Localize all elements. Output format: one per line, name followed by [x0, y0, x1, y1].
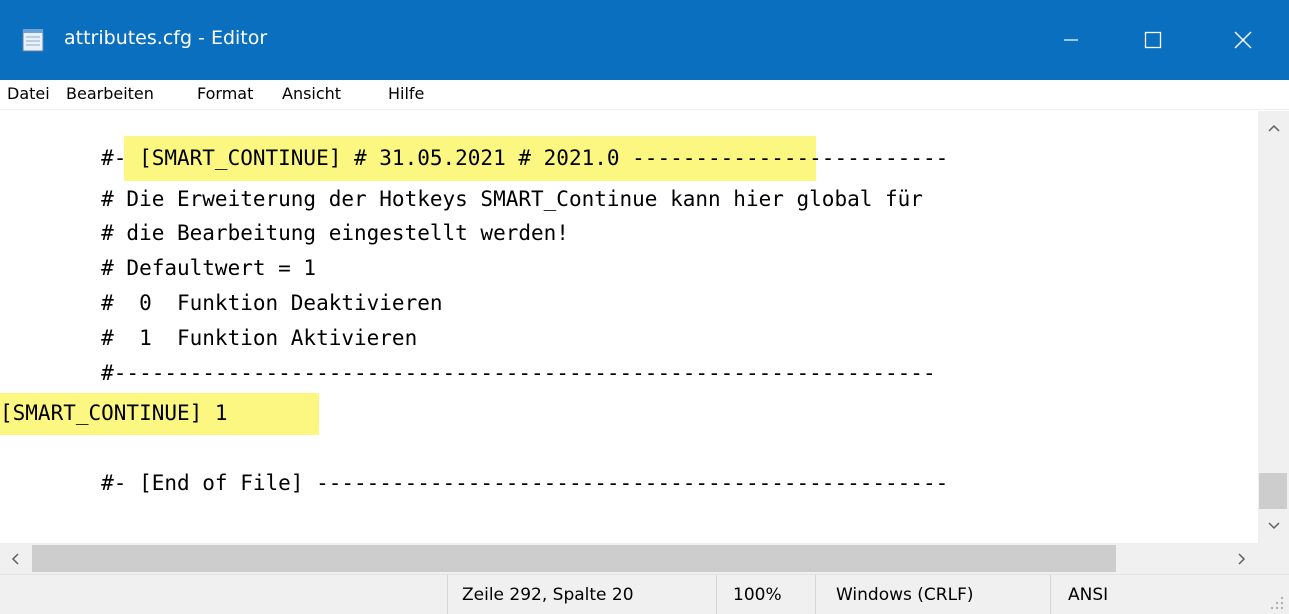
maximize-button[interactable]	[1107, 0, 1199, 80]
chevron-left-icon	[11, 552, 19, 565]
status-separator	[447, 575, 448, 614]
horizontal-scrollbar[interactable]	[0, 543, 1258, 574]
chevron-right-icon	[1238, 552, 1246, 565]
text-line: # 0 Funktion Deaktivieren	[0, 291, 443, 315]
minimize-button[interactable]	[1025, 0, 1117, 80]
scroll-left-button[interactable]	[0, 543, 30, 574]
close-icon	[1234, 31, 1252, 49]
menu-ansicht[interactable]: Ansicht	[282, 84, 341, 103]
notepad-icon	[22, 29, 44, 52]
horizontal-scroll-thumb[interactable]	[32, 545, 1116, 572]
minimize-icon	[1064, 39, 1078, 41]
text-line: #- [End of File] -----------------------…	[0, 471, 949, 495]
text-line: # die Bearbeitung eingestellt werden!	[0, 221, 569, 245]
title-bar: attributes.cfg - Editor	[0, 0, 1289, 80]
text-area[interactable]: #- [SMART_CONTINUE] # 31.05.2021 # 2021.…	[0, 111, 1258, 543]
status-separator	[815, 575, 816, 614]
resize-grip-icon[interactable]	[1266, 592, 1286, 612]
status-encoding: ANSI	[1068, 585, 1109, 605]
status-separator	[1050, 575, 1051, 614]
close-button[interactable]	[1197, 0, 1289, 80]
text-line: # Die Erweiterung der Hotkeys SMART_Cont…	[0, 187, 923, 211]
chevron-up-icon	[1267, 124, 1280, 132]
text-line: #---------------------------------------…	[0, 361, 936, 385]
menu-hilfe[interactable]: Hilfe	[388, 84, 424, 103]
scrollbar-corner	[1258, 543, 1289, 574]
scroll-up-button[interactable]	[1258, 111, 1289, 145]
status-bar: Zeile 292, Spalte 20 100% Windows (CRLF)…	[0, 574, 1289, 614]
maximize-icon	[1144, 31, 1162, 49]
vertical-scrollbar[interactable]	[1258, 111, 1289, 543]
chevron-down-icon	[1267, 522, 1280, 530]
text-line: #- [SMART_CONTINUE] # 31.05.2021 # 2021.…	[0, 146, 949, 170]
menu-bar: Datei Bearbeiten Format Ansicht Hilfe	[0, 80, 1289, 110]
window-title: attributes.cfg - Editor	[64, 27, 268, 49]
scroll-down-button[interactable]	[1258, 509, 1289, 543]
status-separator	[716, 575, 717, 614]
menu-format[interactable]: Format	[197, 84, 253, 103]
status-position: Zeile 292, Spalte 20	[462, 585, 634, 605]
text-line: # 1 Funktion Aktivieren	[0, 326, 418, 350]
text-line: # Defaultwert = 1	[0, 256, 317, 280]
status-line-ending: Windows (CRLF)	[836, 585, 974, 605]
status-zoom: 100%	[733, 585, 782, 605]
text-line: [SMART_CONTINUE] 1	[0, 401, 228, 425]
vertical-scroll-thumb[interactable]	[1259, 473, 1287, 509]
menu-bearbeiten[interactable]: Bearbeiten	[66, 84, 154, 103]
menu-datei[interactable]: Datei	[7, 84, 50, 103]
scroll-right-button[interactable]	[1226, 543, 1258, 574]
